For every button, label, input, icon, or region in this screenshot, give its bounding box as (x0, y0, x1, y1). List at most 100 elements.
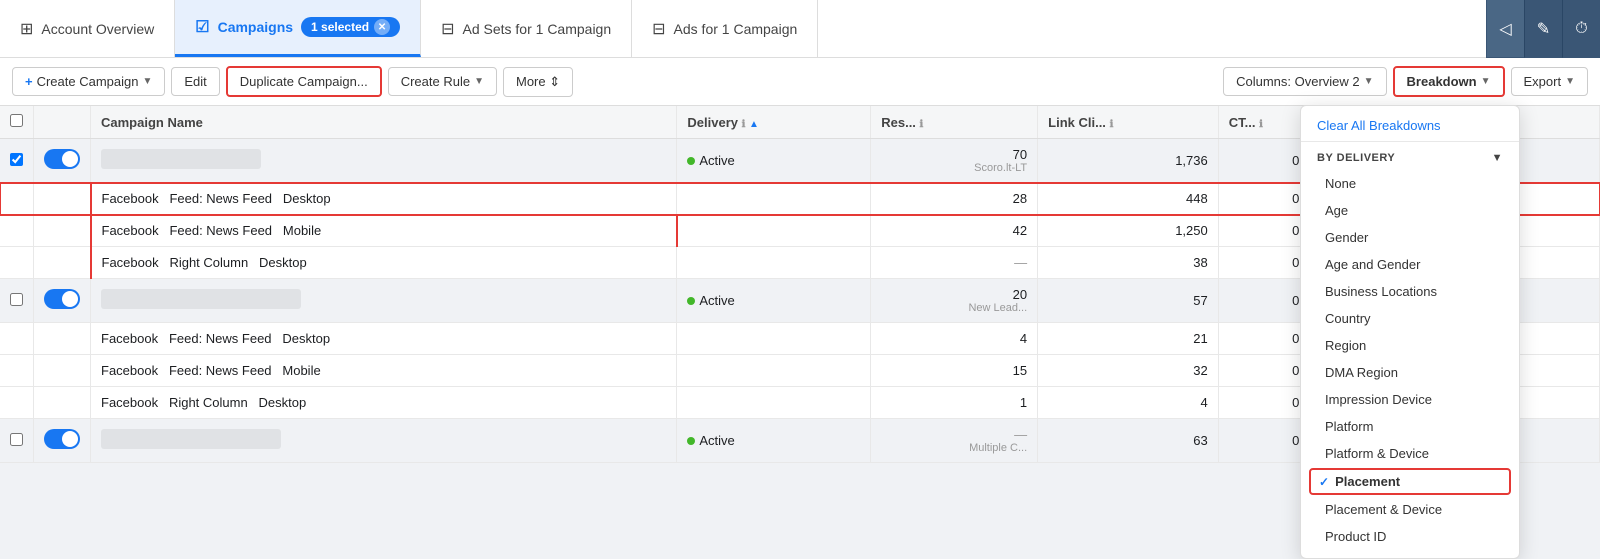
sub-results-cell: 4 (871, 323, 1038, 355)
more-button[interactable]: More ⇕ (503, 67, 573, 97)
edit-panel-icon[interactable]: ✎ (1524, 0, 1562, 58)
breakdown-button[interactable]: Breakdown ▼ (1393, 66, 1505, 97)
row-checkbox[interactable] (10, 433, 23, 446)
header-check[interactable] (0, 106, 34, 139)
sub-device: Desktop (259, 395, 307, 410)
breakdown-item-country[interactable]: Country (1301, 305, 1519, 332)
columns-caret[interactable]: ▼ (1364, 76, 1374, 87)
breakdown-dropdown: Clear All Breakdowns BY DELIVERY ▼ None … (1300, 105, 1520, 559)
row-delivery-cell: Active (677, 419, 871, 463)
close-selection-button[interactable]: ✕ (374, 19, 390, 35)
sub-placement: Feed: News Feed (169, 363, 272, 378)
create-campaign-caret[interactable]: ▼ (142, 76, 152, 87)
breakdown-item-region[interactable]: Region (1301, 332, 1519, 359)
sub-link-clicks-cell: 1,250 (1038, 215, 1219, 247)
campaign-toggle[interactable] (44, 429, 80, 449)
breakdown-item-age-gender[interactable]: Age and Gender (1301, 251, 1519, 278)
row-toggle-cell[interactable] (34, 139, 91, 183)
breakdown-item-gender[interactable]: Gender (1301, 224, 1519, 251)
clear-all-breakdowns-link[interactable]: Clear All Breakdowns (1301, 114, 1519, 137)
impression-device-label: Impression Device (1325, 392, 1432, 407)
breakdown-caret[interactable]: ▼ (1481, 76, 1491, 87)
create-rule-caret[interactable]: ▼ (474, 76, 484, 87)
breakdown-item-business-locations[interactable]: Business Locations (1301, 278, 1519, 305)
row-toggle-cell[interactable] (34, 279, 91, 323)
top-navigation: ⊞ Account Overview ☑ Campaigns 1 selecte… (0, 0, 1600, 58)
breakdown-item-platform-device[interactable]: Platform & Device (1301, 440, 1519, 467)
edit-button[interactable]: Edit (171, 67, 219, 96)
export-caret[interactable]: ▼ (1565, 76, 1575, 87)
row-checkbox[interactable] (10, 153, 23, 166)
row-check-cell[interactable] (0, 139, 34, 183)
sub-delivery-cell (677, 323, 871, 355)
sub-toggle-cell (34, 183, 91, 215)
sub-results-cell: 28 (871, 183, 1038, 215)
breakdown-label: Breakdown (1407, 74, 1477, 89)
tab-campaigns[interactable]: ☑ Campaigns 1 selected ✕ (175, 0, 421, 57)
campaign-toggle[interactable] (44, 289, 80, 309)
results-info-icon[interactable]: ℹ (920, 119, 924, 130)
row-check-cell[interactable] (0, 279, 34, 323)
plus-icon: + (25, 74, 33, 89)
link-clicks-header-label: Link Cli... (1048, 115, 1106, 130)
breakdown-item-impression-device[interactable]: Impression Device (1301, 386, 1519, 413)
row-delivery-status: Active (699, 433, 734, 448)
sub-name-cell: Facebook Feed: News Feed Desktop (91, 183, 677, 215)
sub-toggle-cell (34, 323, 91, 355)
header-delivery[interactable]: Delivery ℹ ▲ (677, 106, 871, 139)
select-all-checkbox[interactable] (10, 114, 23, 127)
sub-platform: Facebook (102, 191, 159, 206)
breakdown-item-placement[interactable]: ✓ Placement (1309, 468, 1511, 495)
breakdown-item-product-id[interactable]: Product ID (1301, 523, 1519, 550)
duplicate-campaign-button[interactable]: Duplicate Campaign... (226, 66, 382, 97)
ctr-info-icon[interactable]: ℹ (1259, 119, 1263, 130)
row-results-cell: 70 Scoro.lt-LT (871, 139, 1038, 183)
sub-platform: Facebook (101, 331, 158, 346)
breakdown-item-dma-region[interactable]: DMA Region (1301, 359, 1519, 386)
create-campaign-button[interactable]: + Create Campaign ▼ (12, 67, 165, 96)
row-link-clicks-cell: 63 (1038, 419, 1219, 463)
sub-platform: Facebook (101, 395, 158, 410)
sub-delivery-cell (677, 215, 871, 247)
age-label: Age (1325, 203, 1348, 218)
dma-region-label: DMA Region (1325, 365, 1398, 380)
delivery-sort-arrow[interactable]: ▲ (749, 119, 759, 130)
section-collapse-icon[interactable]: ▼ (1492, 152, 1503, 164)
ctr-header-label: CT... (1229, 115, 1256, 130)
status-dot-active (687, 297, 695, 305)
link-clicks-info-icon[interactable]: ℹ (1110, 119, 1114, 130)
breakdown-item-platform[interactable]: Platform (1301, 413, 1519, 440)
delivery-info-icon[interactable]: ℹ (742, 119, 746, 130)
sub-check-cell (0, 355, 34, 387)
columns-button[interactable]: Columns: Overview 2 ▼ (1223, 67, 1386, 96)
tab-account-overview[interactable]: ⊞ Account Overview (0, 0, 175, 57)
row-campaign-name-cell (91, 279, 677, 323)
gender-label: Gender (1325, 230, 1368, 245)
history-panel-icon[interactable]: ⏱ (1562, 0, 1600, 58)
placement-label: Placement (1335, 474, 1400, 489)
row-link-clicks-cell: 57 (1038, 279, 1219, 323)
export-button[interactable]: Export ▼ (1511, 67, 1588, 96)
placement-check-icon: ✓ (1319, 475, 1329, 489)
collapse-panel-icon[interactable]: ◁ (1486, 0, 1524, 58)
sub-link-clicks-cell: 32 (1038, 355, 1219, 387)
sub-placement: Feed: News Feed (169, 191, 272, 206)
breakdown-item-none[interactable]: None (1301, 170, 1519, 197)
row-link-clicks-cell: 1,736 (1038, 139, 1219, 183)
create-rule-button[interactable]: Create Rule ▼ (388, 67, 497, 96)
row-check-cell[interactable] (0, 419, 34, 463)
toolbar-right: Columns: Overview 2 ▼ Breakdown ▼ Export… (1223, 66, 1588, 97)
sub-toggle-cell (34, 355, 91, 387)
breakdown-item-placement-device[interactable]: Placement & Device (1301, 496, 1519, 523)
row-checkbox[interactable] (10, 293, 23, 306)
header-toggle (34, 106, 91, 139)
tab-ads[interactable]: ⊟ Ads for 1 Campaign (632, 0, 818, 57)
tab-ad-sets[interactable]: ⊟ Ad Sets for 1 Campaign (421, 0, 632, 57)
row-toggle-cell[interactable] (34, 419, 91, 463)
campaign-toggle[interactable] (44, 149, 80, 169)
country-label: Country (1325, 311, 1371, 326)
breakdown-item-age[interactable]: Age (1301, 197, 1519, 224)
sub-platform: Facebook (101, 363, 158, 378)
sub-link-clicks-cell: 21 (1038, 323, 1219, 355)
row-results-cell: 20 New Lead... (871, 279, 1038, 323)
